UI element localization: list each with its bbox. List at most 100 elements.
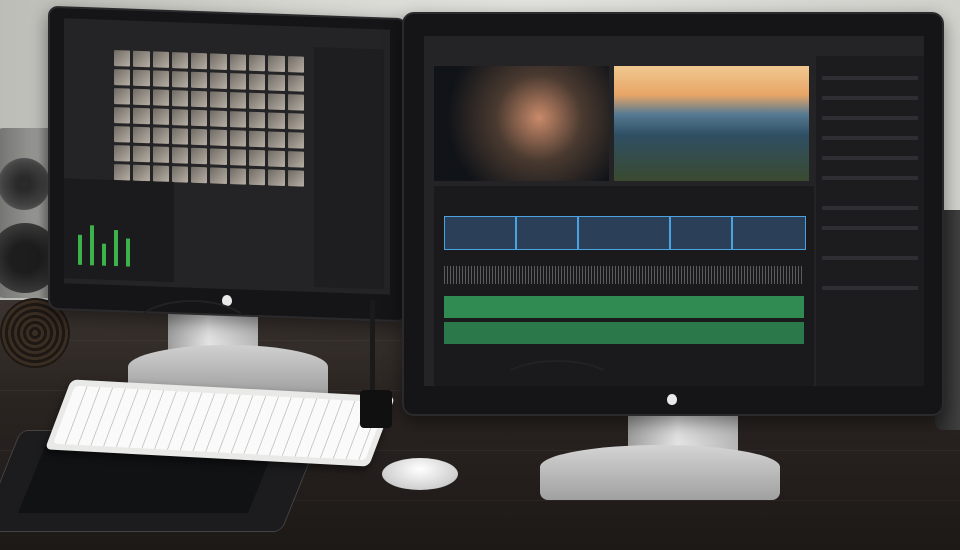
- audio-track[interactable]: [444, 322, 804, 344]
- media-thumbnail[interactable]: [191, 52, 208, 70]
- media-thumbnail[interactable]: [287, 75, 304, 92]
- media-thumbnail[interactable]: [249, 130, 266, 148]
- monitor-right: [402, 12, 944, 416]
- media-thumbnail[interactable]: [210, 167, 227, 184]
- media-thumbnail[interactable]: [287, 151, 304, 168]
- media-thumbnail[interactable]: [191, 109, 208, 127]
- media-pool-thumbnails: [114, 50, 304, 187]
- media-thumbnail[interactable]: [210, 72, 227, 89]
- media-thumbnail[interactable]: [114, 88, 131, 105]
- media-thumbnail[interactable]: [249, 168, 266, 186]
- media-thumbnail[interactable]: [229, 73, 247, 90]
- audio-fader[interactable]: [126, 238, 130, 267]
- audio-fader[interactable]: [90, 225, 94, 266]
- media-thumbnail[interactable]: [229, 130, 247, 147]
- media-thumbnail[interactable]: [133, 107, 150, 125]
- media-thumbnail[interactable]: [249, 149, 266, 167]
- media-thumbnail[interactable]: [152, 165, 169, 182]
- media-thumbnail[interactable]: [229, 168, 247, 185]
- media-thumbnail[interactable]: [171, 52, 189, 69]
- media-thumbnail[interactable]: [210, 129, 227, 146]
- media-thumbnail[interactable]: [133, 69, 150, 87]
- media-thumbnail[interactable]: [210, 110, 227, 127]
- media-thumbnail[interactable]: [114, 50, 131, 67]
- media-thumbnail[interactable]: [152, 108, 169, 125]
- media-thumbnail[interactable]: [229, 54, 247, 71]
- media-thumbnail[interactable]: [133, 164, 150, 182]
- media-thumbnail[interactable]: [114, 164, 131, 181]
- media-thumbnail[interactable]: [268, 74, 285, 91]
- speaker-tweeter: [0, 158, 50, 210]
- media-thumbnail[interactable]: [171, 90, 189, 107]
- media-thumbnail[interactable]: [152, 89, 169, 106]
- metadata-panel: [314, 47, 384, 290]
- media-thumbnail[interactable]: [171, 71, 189, 88]
- media-thumbnail[interactable]: [249, 111, 266, 129]
- media-thumbnail[interactable]: [210, 53, 227, 70]
- monitor-right-stand-base: [540, 445, 780, 500]
- media-thumbnail[interactable]: [114, 145, 131, 162]
- cable: [130, 300, 254, 364]
- video-clip[interactable]: [578, 216, 670, 250]
- media-thumbnail[interactable]: [191, 128, 208, 146]
- stylus-pen: [370, 300, 375, 395]
- media-thumbnail[interactable]: [114, 69, 131, 86]
- media-thumbnail[interactable]: [191, 90, 208, 108]
- video-clip[interactable]: [444, 216, 516, 250]
- audio-fader[interactable]: [114, 230, 118, 267]
- media-thumbnail[interactable]: [268, 169, 285, 186]
- audio-fader[interactable]: [78, 234, 82, 265]
- pen-holder: [360, 390, 392, 428]
- media-thumbnail[interactable]: [287, 170, 304, 187]
- apple-logo-icon: [667, 394, 677, 405]
- media-thumbnail[interactable]: [133, 50, 150, 68]
- media-thumbnail[interactable]: [210, 148, 227, 165]
- media-thumbnail[interactable]: [152, 51, 169, 68]
- video-clip[interactable]: [516, 216, 578, 250]
- keyboard-keys: [52, 385, 388, 461]
- media-thumbnail[interactable]: [133, 126, 150, 144]
- media-thumbnail[interactable]: [114, 126, 131, 143]
- video-clip[interactable]: [732, 216, 806, 250]
- cable: [500, 360, 614, 404]
- media-thumbnail[interactable]: [152, 146, 169, 163]
- media-thumbnail[interactable]: [133, 145, 150, 163]
- media-thumbnail[interactable]: [191, 71, 208, 89]
- audio-track[interactable]: [444, 296, 804, 318]
- media-thumbnail[interactable]: [152, 70, 169, 87]
- source-viewer[interactable]: [434, 66, 609, 181]
- media-thumbnail[interactable]: [287, 56, 304, 73]
- media-thumbnail[interactable]: [171, 166, 189, 183]
- media-thumbnail[interactable]: [287, 113, 304, 130]
- media-thumbnail[interactable]: [191, 147, 208, 165]
- media-thumbnail[interactable]: [249, 54, 266, 72]
- edit-timeline[interactable]: [434, 186, 814, 386]
- media-thumbnail[interactable]: [287, 132, 304, 149]
- media-thumbnail[interactable]: [114, 107, 131, 124]
- media-thumbnail[interactable]: [249, 92, 266, 110]
- monitor-left-screen: [64, 18, 390, 295]
- media-thumbnail[interactable]: [152, 127, 169, 144]
- media-thumbnail[interactable]: [171, 147, 189, 164]
- media-thumbnail[interactable]: [268, 93, 285, 110]
- media-thumbnail[interactable]: [133, 88, 150, 106]
- media-thumbnail[interactable]: [229, 149, 247, 166]
- media-thumbnail[interactable]: [287, 94, 304, 111]
- timeline-viewer[interactable]: [614, 66, 809, 181]
- media-thumbnail[interactable]: [268, 150, 285, 167]
- media-thumbnail[interactable]: [229, 111, 247, 128]
- mouse: [382, 458, 458, 490]
- audio-mixer: [64, 178, 174, 283]
- media-thumbnail[interactable]: [210, 91, 227, 108]
- media-thumbnail[interactable]: [268, 131, 285, 148]
- media-thumbnail[interactable]: [191, 166, 208, 184]
- audio-fader[interactable]: [102, 243, 106, 266]
- media-thumbnail[interactable]: [249, 73, 266, 91]
- monitor-right-screen: [424, 36, 924, 386]
- media-thumbnail[interactable]: [229, 92, 247, 109]
- media-thumbnail[interactable]: [171, 109, 189, 126]
- media-thumbnail[interactable]: [171, 128, 189, 145]
- video-clip[interactable]: [670, 216, 732, 250]
- media-thumbnail[interactable]: [268, 55, 285, 72]
- media-thumbnail[interactable]: [268, 112, 285, 129]
